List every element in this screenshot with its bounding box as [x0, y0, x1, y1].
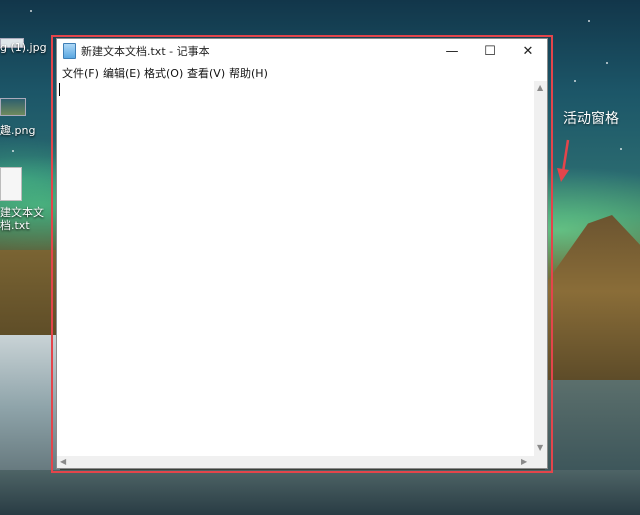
desktop-icon-label[interactable]: 趣.png	[0, 122, 35, 138]
text-file-icon[interactable]	[0, 167, 22, 201]
annotation-label: 活动窗格	[563, 111, 619, 127]
background-shore	[0, 470, 640, 515]
desktop-icon-label[interactable]: g (1).jpg	[0, 41, 47, 54]
star	[620, 148, 622, 150]
annotation-arrow-icon	[557, 139, 570, 182]
star	[588, 20, 590, 22]
star	[12, 150, 14, 152]
star	[606, 62, 608, 64]
background-mountain	[540, 215, 640, 385]
star	[30, 10, 32, 12]
desktop-image-thumbnail[interactable]	[0, 98, 26, 116]
star	[574, 80, 576, 82]
desktop-icon-label[interactable]: 档.txt	[0, 217, 30, 233]
highlight-frame	[51, 35, 553, 473]
